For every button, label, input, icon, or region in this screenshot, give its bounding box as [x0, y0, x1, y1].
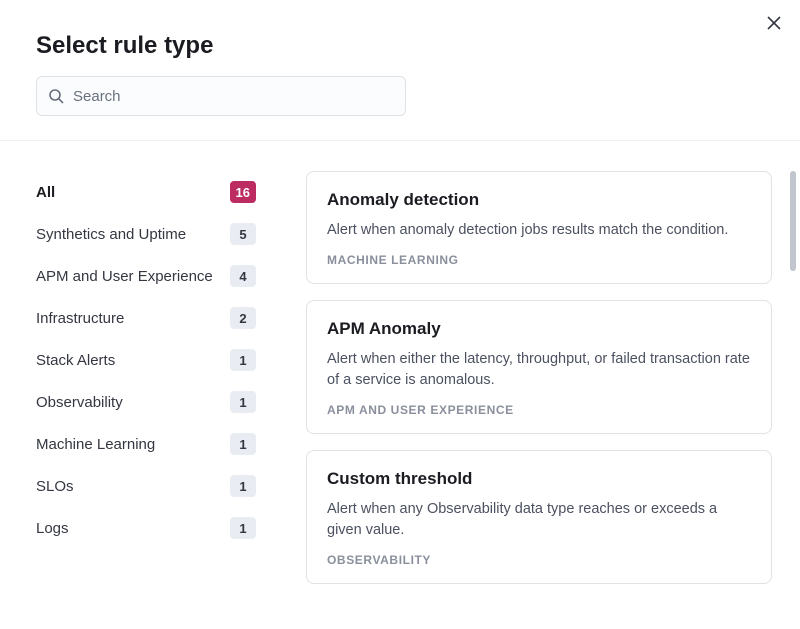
count-badge: 16 [230, 181, 256, 203]
sidebar-item-label: Logs [36, 520, 69, 537]
sidebar-item-label: All [36, 184, 55, 201]
count-badge: 1 [230, 391, 256, 413]
count-badge: 4 [230, 265, 256, 287]
rule-card-category: MACHINE LEARNING [327, 253, 751, 267]
close-button[interactable] [762, 12, 786, 36]
rule-card-title: APM Anomaly [327, 319, 751, 339]
close-icon [766, 15, 782, 34]
rule-type-list: Anomaly detection Alert when anomaly det… [276, 171, 790, 629]
sidebar-item-label: APM and User Experience [36, 268, 213, 285]
rule-card-title: Anomaly detection [327, 190, 751, 210]
count-badge: 2 [230, 307, 256, 329]
select-rule-type-modal: Select rule type All 16 Synthetics and U… [0, 0, 800, 628]
rule-card-title: Custom threshold [327, 469, 751, 489]
sidebar-item-label: Machine Learning [36, 436, 155, 453]
sidebar-item-stack-alerts[interactable]: Stack Alerts 1 [24, 339, 268, 381]
count-badge: 5 [230, 223, 256, 245]
modal-body: All 16 Synthetics and Uptime 5 APM and U… [0, 141, 800, 629]
rule-card-custom-threshold[interactable]: Custom threshold Alert when any Observab… [306, 450, 772, 584]
rule-card-category: APM AND USER EXPERIENCE [327, 403, 751, 417]
sidebar-item-label: SLOs [36, 478, 74, 495]
count-badge: 1 [230, 475, 256, 497]
sidebar-item-infrastructure[interactable]: Infrastructure 2 [24, 297, 268, 339]
sidebar-item-label: Observability [36, 394, 123, 411]
rule-card-description: Alert when anomaly detection jobs result… [327, 220, 751, 241]
count-badge: 1 [230, 433, 256, 455]
sidebar-item-all[interactable]: All 16 [24, 171, 268, 213]
search-wrap [36, 76, 406, 116]
sidebar-item-synthetics-uptime[interactable]: Synthetics and Uptime 5 [24, 213, 268, 255]
modal-header: Select rule type [0, 0, 800, 132]
page-title: Select rule type [36, 32, 764, 60]
rule-card-anomaly-detection[interactable]: Anomaly detection Alert when anomaly det… [306, 171, 772, 284]
sidebar-item-observability[interactable]: Observability 1 [24, 381, 268, 423]
search-icon [48, 88, 64, 104]
sidebar-item-logs[interactable]: Logs 1 [24, 507, 268, 549]
sidebar-item-slos[interactable]: SLOs 1 [24, 465, 268, 507]
scrollbar-thumb[interactable] [790, 171, 796, 271]
sidebar-item-machine-learning[interactable]: Machine Learning 1 [24, 423, 268, 465]
count-badge: 1 [230, 349, 256, 371]
search-input[interactable] [36, 76, 406, 116]
sidebar-item-apm-user-experience[interactable]: APM and User Experience 4 [24, 255, 268, 297]
sidebar-item-label: Infrastructure [36, 310, 124, 327]
rule-card-description: Alert when either the latency, throughpu… [327, 349, 751, 391]
rule-card-description: Alert when any Observability data type r… [327, 499, 751, 541]
sidebar-item-label: Synthetics and Uptime [36, 226, 186, 243]
rule-card-category: OBSERVABILITY [327, 553, 751, 567]
sidebar-item-label: Stack Alerts [36, 352, 115, 369]
category-sidebar: All 16 Synthetics and Uptime 5 APM and U… [24, 171, 276, 629]
count-badge: 1 [230, 517, 256, 539]
rule-card-apm-anomaly[interactable]: APM Anomaly Alert when either the latenc… [306, 300, 772, 434]
